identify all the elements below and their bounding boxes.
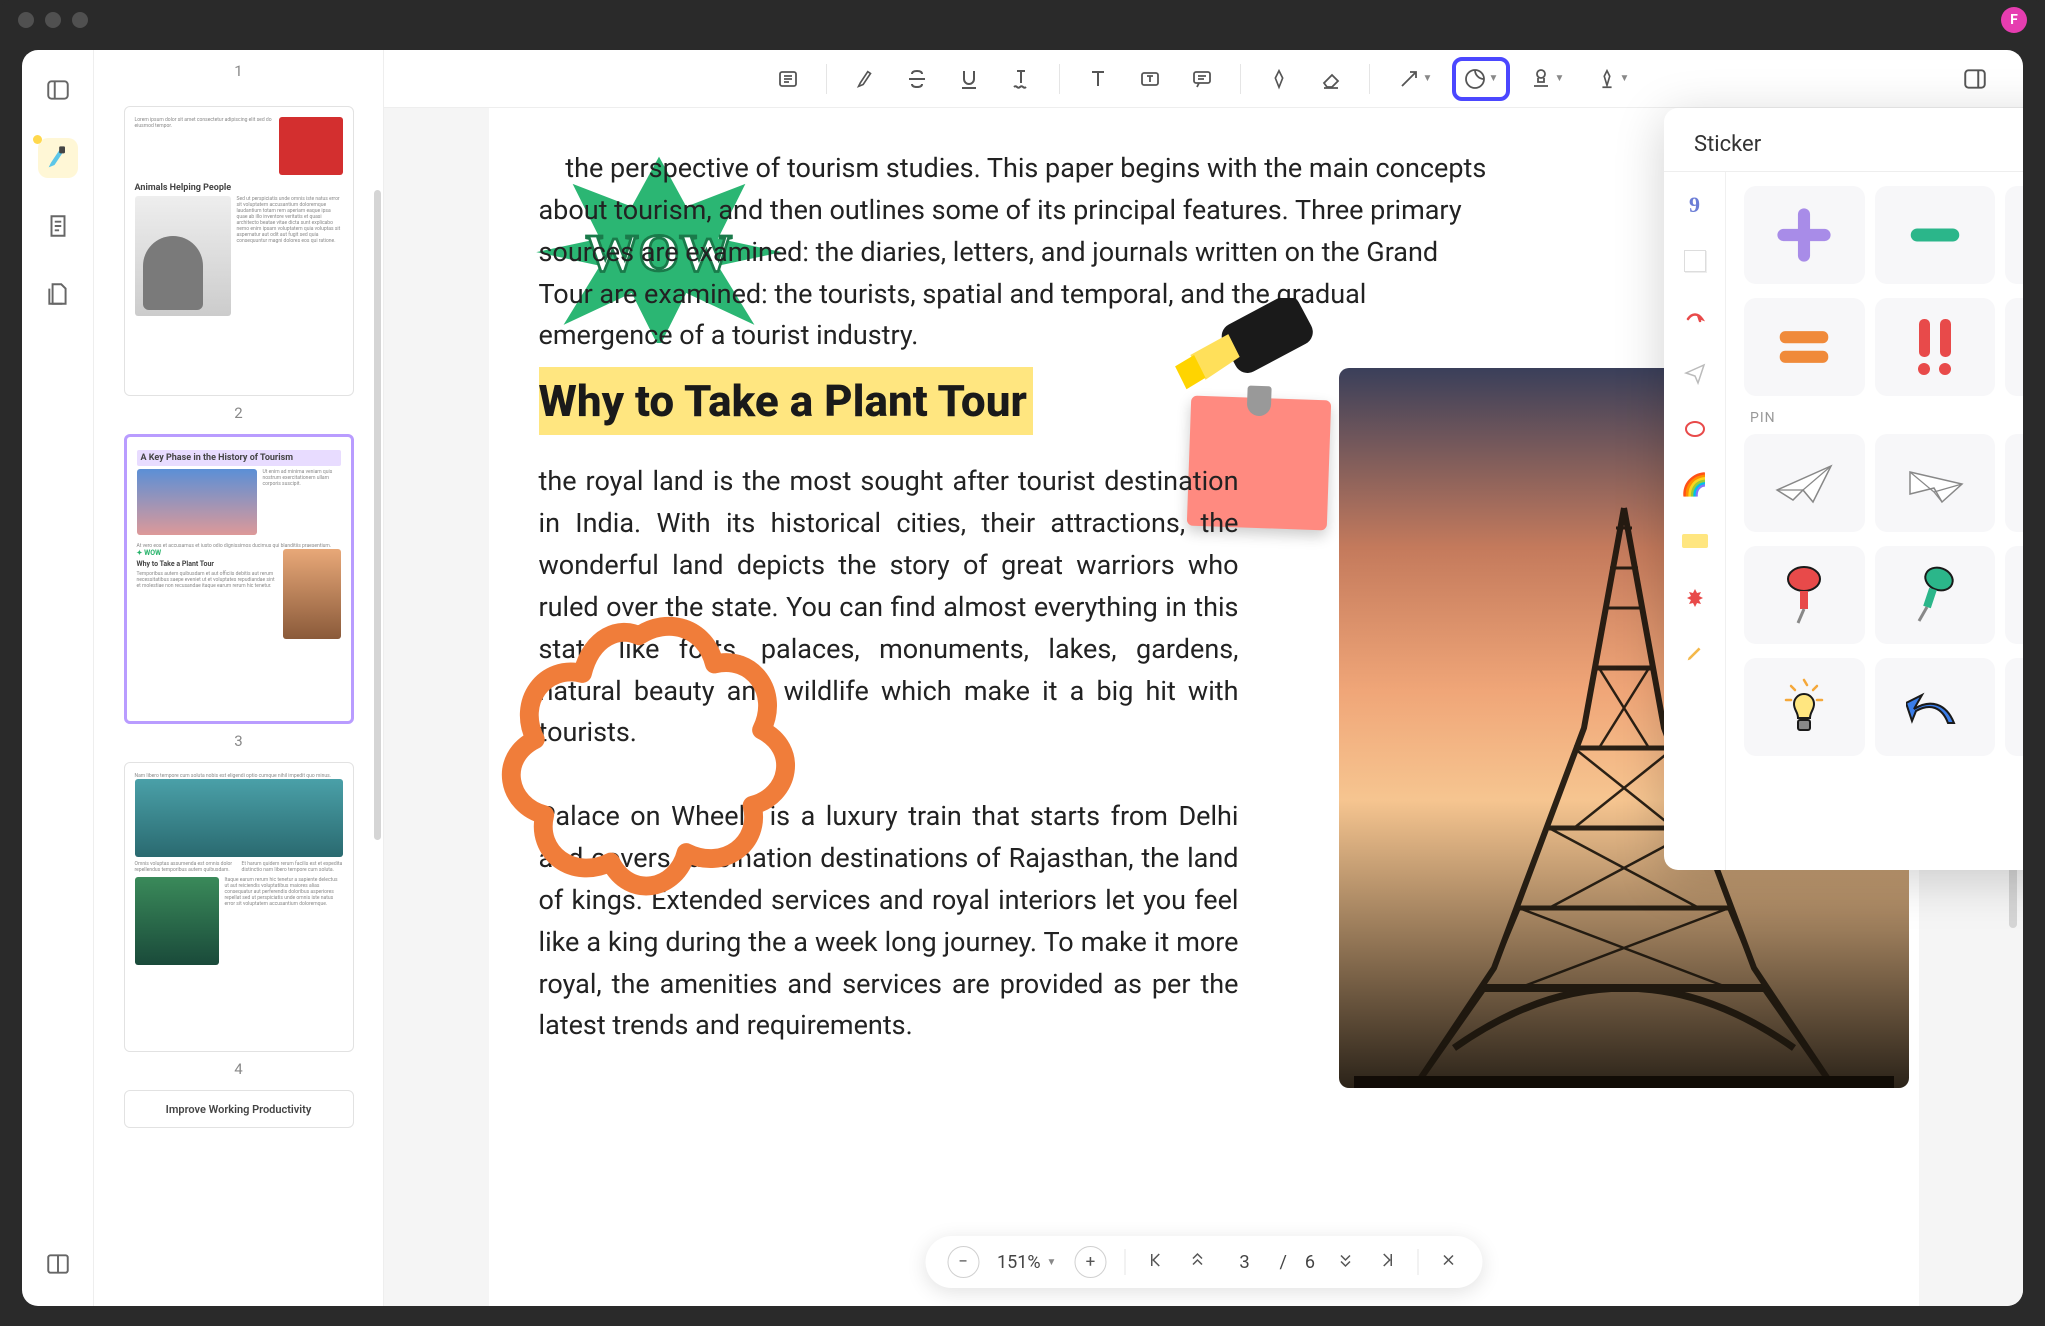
callout-icon[interactable] (1180, 57, 1224, 101)
cat-numbers[interactable]: 9 (1676, 186, 1714, 224)
maximize-window[interactable] (72, 12, 88, 28)
titlebar: F (0, 0, 2045, 40)
zoom-level[interactable]: 151%▼ (997, 1252, 1056, 1273)
underline-icon[interactable] (947, 57, 991, 101)
thumb-sub: Why to Take a Plant Tour (137, 560, 277, 568)
thumb-number: 3 (234, 732, 242, 750)
sticker-cursor-arrow[interactable] (2005, 298, 2023, 396)
window-controls (18, 12, 88, 28)
thumbnail-page-5[interactable]: Improve Working Productivity (124, 1090, 354, 1128)
annotation-toolbar: ▼ ▼ ▼ ▼ (384, 50, 2023, 108)
notes-tool-icon[interactable] (38, 206, 78, 246)
stamp-icon[interactable]: ▼ (1518, 57, 1576, 101)
section-heading: Why to Take a Plant Tour (539, 367, 1033, 435)
sticker-exclaim[interactable] (1875, 298, 1996, 396)
cat-pencil[interactable] (1676, 634, 1714, 672)
sticker-arrow-blue[interactable] (1875, 658, 1996, 756)
sticker-icon[interactable]: ▼ (1452, 57, 1510, 101)
thumb-heading: A Key Phase in the History of Tourism (137, 450, 341, 466)
text-icon[interactable] (1076, 57, 1120, 101)
close-window[interactable] (18, 12, 34, 28)
sticker-categories: 9 🌈 (1664, 172, 1726, 870)
cat-circles[interactable] (1676, 410, 1714, 448)
tool-rail (22, 50, 94, 1306)
sticker-equals[interactable] (1744, 298, 1865, 396)
sticker-minus[interactable] (1875, 186, 1996, 284)
panel-title: Sticker (1664, 108, 2023, 171)
page-footer-controls: − 151%▼ + / 6 (925, 1236, 1482, 1288)
thumb-scrollbar[interactable] (374, 190, 381, 840)
thumb-heading: Improve Working Productivity (166, 1103, 312, 1116)
page-total: 6 (1305, 1252, 1315, 1273)
zoom-in-button[interactable]: + (1074, 1246, 1106, 1278)
book-view-icon[interactable] (38, 1244, 78, 1284)
cat-notes[interactable] (1676, 242, 1714, 280)
cat-planes[interactable] (1676, 354, 1714, 392)
sticker-pushpin-green[interactable] (1875, 546, 1996, 644)
sticker-section-label: PIN (1750, 410, 2023, 426)
close-footer-icon[interactable] (1436, 1251, 1460, 1274)
page-separator: / (1279, 1252, 1286, 1273)
panel-toggle-icon[interactable] (1953, 57, 1997, 101)
thumbnail-page-4[interactable]: Nam libero tempore cum soluta nobis est … (124, 762, 354, 1052)
cat-labels[interactable] (1676, 522, 1714, 560)
minimize-window[interactable] (45, 12, 61, 28)
documents-tool-icon[interactable] (38, 274, 78, 314)
last-page-icon[interactable] (1375, 1251, 1399, 1274)
sticker-paper-plane-2[interactable] (1875, 434, 1996, 532)
sticker-paper-plane-1[interactable] (1744, 434, 1865, 532)
eraser-icon[interactable] (1309, 57, 1353, 101)
highlighter-tool-icon[interactable] (38, 138, 78, 178)
user-avatar[interactable]: F (2001, 7, 2027, 33)
cloud-scribble-sticker[interactable] (449, 598, 829, 928)
thumbnail-page-2[interactable]: Lorem ipsum dolor sit amet consectetur a… (124, 106, 354, 396)
signature-icon[interactable]: ▼ (1584, 57, 1642, 101)
next-page-icon[interactable] (1333, 1251, 1357, 1274)
page-current-input[interactable] (1227, 1252, 1261, 1273)
cat-arrows[interactable] (1676, 298, 1714, 336)
sticker-plus[interactable] (1744, 186, 1865, 284)
pen-icon[interactable] (1257, 57, 1301, 101)
highlight-icon[interactable] (843, 57, 887, 101)
outline-icon[interactable] (766, 57, 810, 101)
thumb-heading: Animals Helping People (135, 183, 343, 193)
cat-burst[interactable] (1676, 578, 1714, 616)
first-page-icon[interactable] (1143, 1251, 1167, 1274)
sticker-cross[interactable] (2005, 186, 2023, 284)
thumb-number: 2 (234, 404, 242, 422)
sticker-lightbulb[interactable] (1744, 658, 1865, 756)
thumbnail-panel: 1 Lorem ipsum dolor sit amet consectetur… (94, 50, 384, 1306)
rail-indicator (33, 135, 42, 144)
sticker-origami-crane[interactable] (2005, 434, 2023, 532)
sticker-arrow-red[interactable] (2005, 658, 2023, 756)
sticker-pushpin-red[interactable] (1744, 546, 1865, 644)
sticker-grid: PIN (1726, 172, 2023, 870)
squiggly-underline-icon[interactable] (999, 57, 1043, 101)
textbox-icon[interactable] (1128, 57, 1172, 101)
thumb-number: 4 (234, 1060, 242, 1078)
strikethrough-icon[interactable] (895, 57, 939, 101)
sidebar-toggle-icon[interactable] (38, 70, 78, 110)
thumbnail-page-3[interactable]: A Key Phase in the History of Tourism Ut… (124, 434, 354, 724)
arrow-shape-icon[interactable]: ▼ (1386, 57, 1444, 101)
prev-page-icon[interactable] (1185, 1251, 1209, 1274)
thumb-number: 1 (234, 62, 242, 80)
sticker-pushpin-yellow[interactable] (2005, 546, 2023, 644)
zoom-out-button[interactable]: − (947, 1246, 979, 1278)
cat-rainbow[interactable]: 🌈 (1676, 466, 1714, 504)
sticker-panel: Sticker 9 🌈 (1664, 108, 2023, 870)
